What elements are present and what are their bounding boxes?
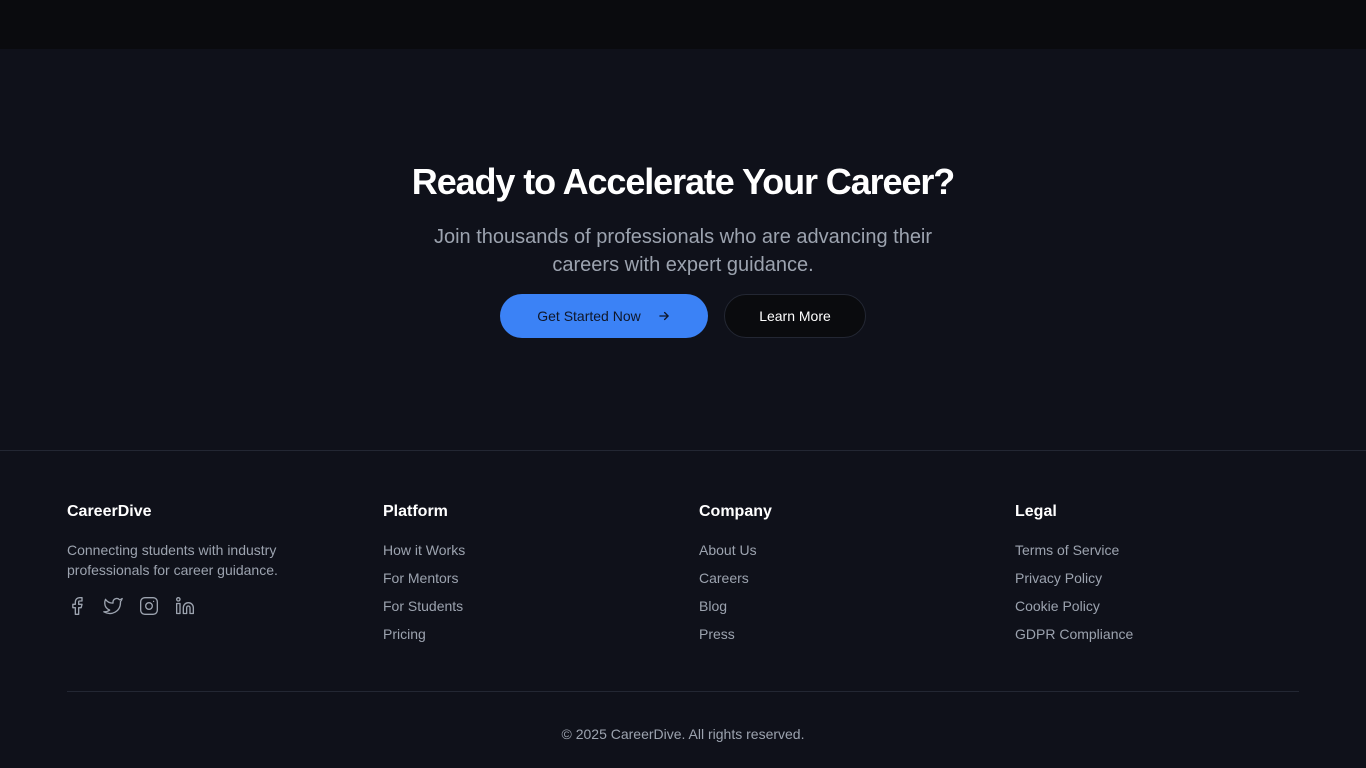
footer-brand-column: CareerDive Connecting students with indu… — [67, 502, 347, 616]
facebook-icon[interactable] — [67, 596, 87, 616]
cta-title: Ready to Accelerate Your Career? — [411, 161, 955, 202]
footer-link-how-it-works[interactable]: How it Works — [383, 540, 663, 568]
top-bar — [0, 0, 1366, 49]
twitter-icon[interactable] — [103, 596, 123, 616]
footer-link-cookies[interactable]: Cookie Policy — [1015, 596, 1295, 624]
site-footer: CareerDive Connecting students with indu… — [0, 451, 1366, 768]
footer-column-platform: Platform How it Works For Mentors For St… — [383, 502, 663, 652]
footer-link-for-mentors[interactable]: For Mentors — [383, 568, 663, 596]
social-links — [67, 596, 347, 616]
footer-brand-description: Connecting students with industry profes… — [67, 542, 278, 578]
learn-more-button[interactable]: Learn More — [724, 294, 866, 338]
copyright-text: © 2025 CareerDive. All rights reserved. — [561, 726, 805, 742]
footer-column-company: Company About Us Careers Blog Press — [699, 502, 979, 652]
footer-link-for-students[interactable]: For Students — [383, 596, 663, 624]
footer-link-pricing[interactable]: Pricing — [383, 624, 663, 652]
footer-column-title: Legal — [1015, 503, 1057, 520]
footer-brand-name: CareerDive — [67, 503, 152, 520]
footer-link-blog[interactable]: Blog — [699, 596, 979, 624]
footer-column-title: Company — [699, 503, 772, 520]
footer-link-terms[interactable]: Terms of Service — [1015, 540, 1295, 568]
footer-column-legal: Legal Terms of Service Privacy Policy Co… — [1015, 502, 1295, 652]
cta-subtitle: Join thousands of professionals who are … — [433, 226, 933, 276]
footer-link-press[interactable]: Press — [699, 624, 979, 652]
arrow-right-icon — [657, 309, 671, 323]
get-started-label: Get Started Now — [537, 308, 641, 324]
cta-section: Ready to Accelerate Your Career? Join th… — [0, 49, 1366, 451]
footer-link-privacy[interactable]: Privacy Policy — [1015, 568, 1295, 596]
footer-column-title: Platform — [383, 503, 448, 520]
linkedin-icon[interactable] — [175, 596, 195, 616]
instagram-icon[interactable] — [139, 596, 159, 616]
footer-link-about-us[interactable]: About Us — [699, 540, 979, 568]
footer-link-gdpr[interactable]: GDPR Compliance — [1015, 624, 1295, 652]
footer-divider — [67, 691, 1299, 692]
get-started-button[interactable]: Get Started Now — [500, 294, 708, 338]
learn-more-label: Learn More — [759, 308, 831, 324]
footer-link-careers[interactable]: Careers — [699, 568, 979, 596]
